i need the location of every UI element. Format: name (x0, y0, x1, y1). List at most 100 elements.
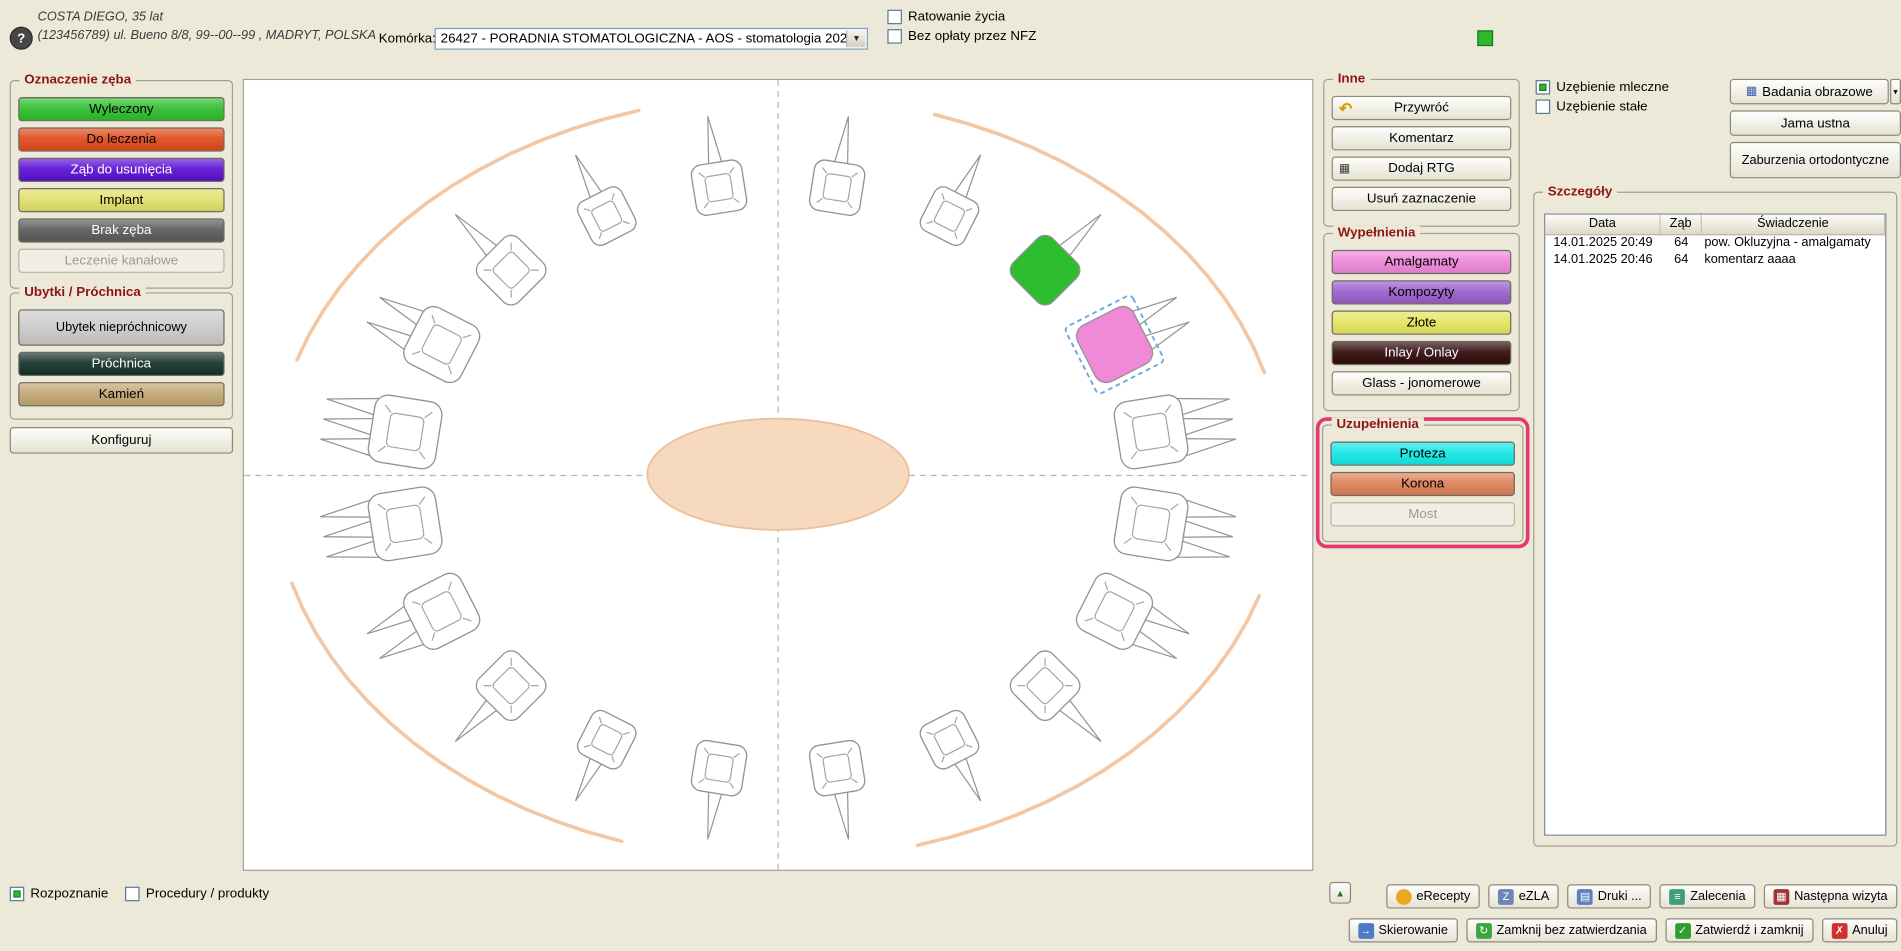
btn-skierowanie[interactable]: → Skierowanie (1348, 918, 1457, 942)
table-cell: 14.01.2025 20:46 (1545, 252, 1660, 269)
btn-przywroc[interactable]: ↶Przywróć (1332, 96, 1512, 120)
ezla-doc-icon: Z (1498, 889, 1514, 905)
pill-icon (1396, 889, 1412, 905)
btn-implant[interactable]: Implant (18, 188, 224, 212)
tooth-lower-7[interactable] (1006, 646, 1121, 761)
btn-do-leczenia-label: Do leczenia (86, 132, 156, 147)
chk-rozpoznanie[interactable]: Rozpoznanie (10, 887, 109, 902)
tooth-lower-6[interactable] (917, 707, 1002, 812)
column-header-data[interactable]: Data (1545, 215, 1660, 234)
chevron-down-icon[interactable]: ▼ (846, 30, 865, 47)
btn-zamknij-bez-zatwierdzania[interactable]: ↻Zamknij bez zatwierdzania (1466, 918, 1656, 942)
btn-druki-label: Druki ... (1598, 889, 1642, 904)
btn-amalgamaty[interactable]: Amalgamaty (1332, 250, 1512, 274)
chk-uzebienie-stale[interactable]: Uzębienie stałe (1536, 99, 1669, 114)
btn-ubytek-nieprochnicowy[interactable]: Ubytek niepróchnicowy (18, 309, 224, 345)
btn-zlote[interactable]: Złote (1332, 311, 1512, 335)
chk-procedury-produkty-box[interactable] (125, 887, 140, 902)
group-ubytki-prochnica: Ubytki / Próchnica Ubytek niepróchnicowy… (10, 292, 233, 419)
table-row[interactable]: 14.01.2025 20:4964pow. Okluzyjna - amalg… (1545, 235, 1885, 252)
btn-ezla[interactable]: ZeZLA (1488, 884, 1559, 908)
help-icon[interactable]: ? (10, 27, 33, 50)
chk-uzebienie-mleczne-box[interactable] (1536, 80, 1551, 95)
referral-icon: → (1358, 922, 1374, 938)
column-header-zab[interactable]: Ząb (1661, 215, 1702, 234)
chk-uzebienie-stale-box[interactable] (1536, 99, 1551, 114)
tooth-upper-2[interactable] (436, 195, 551, 310)
badania-dropdown-button[interactable]: ▾ (1890, 79, 1901, 104)
btn-druki[interactable]: ▤Druki ... (1567, 884, 1651, 908)
btn-dodaj-rtg[interactable]: ▦Dodaj RTG (1332, 156, 1512, 180)
dental-chart[interactable] (244, 80, 1312, 870)
chk-ratowanie-zycia-box[interactable] (887, 10, 902, 25)
jama-ustna-button[interactable]: Jama ustna (1730, 110, 1901, 135)
cell-label: Komórka: (379, 32, 436, 47)
btn-usun-zaznaczenie[interactable]: Usuń zaznaczenie (1332, 187, 1512, 211)
column-header-swiadczenie[interactable]: Świadczenie (1702, 215, 1885, 234)
btn-glass-jonomerowe[interactable]: Glass - jonomerowe (1332, 371, 1512, 395)
zaburzenia-ortodontyczne-button[interactable]: Zaburzenia ortodontyczne (1730, 142, 1901, 178)
table-header[interactable]: Data Ząb Świadczenie (1545, 215, 1885, 236)
chk-ratowanie-zycia[interactable]: Ratowanie życia (887, 10, 1036, 25)
tooth-63-healed[interactable] (1006, 195, 1121, 310)
btn-zalecenia[interactable]: ≡Zalecenia (1660, 884, 1755, 908)
btn-kompozyty[interactable]: Kompozyty (1332, 280, 1512, 304)
tooth-lower-4[interactable] (683, 739, 748, 843)
btn-skierowanie-label: Skierowanie (1378, 923, 1447, 938)
btn-komentarz[interactable]: Komentarz (1332, 126, 1512, 150)
btn-przywroc-label: Przywróć (1394, 101, 1449, 116)
cell-combobox[interactable]: 26427 - PORADNIA STOMATOLOGICZNA - AOS -… (435, 28, 868, 50)
configure-button[interactable]: Konfiguruj (10, 427, 233, 454)
btn-do-leczenia[interactable]: Do leczenia (18, 127, 224, 151)
chk-uzebienie-mleczne[interactable]: Uzębienie mleczne (1536, 80, 1669, 95)
tooth-lower-3[interactable] (554, 707, 639, 812)
btn-proteza-label: Proteza (1400, 446, 1446, 461)
collapse-button[interactable]: ▲ (1329, 882, 1351, 904)
btn-prochnica[interactable]: Próchnica (18, 352, 224, 376)
chk-rozpoznanie-box[interactable] (10, 887, 25, 902)
dental-chart-canvas[interactable] (243, 79, 1314, 871)
tooth-upper-0[interactable] (318, 386, 444, 471)
tooth-64-selected[interactable] (1064, 276, 1200, 395)
tooth-upper-5[interactable] (808, 112, 873, 216)
table-row[interactable]: 14.01.2025 20:4664komentarz aaaa (1545, 252, 1885, 269)
btn-proteza[interactable]: Proteza (1330, 442, 1515, 466)
details-table[interactable]: Data Ząb Świadczenie 14.01.2025 20:4964p… (1544, 213, 1886, 835)
btn-zab-do-usuniecia[interactable]: Ząb do usunięcia (18, 158, 224, 182)
tooth-upper-3[interactable] (554, 144, 639, 249)
chk-rozpoznanie-label: Rozpoznanie (30, 887, 108, 902)
btn-inlay-onlay[interactable]: Inlay / Onlay (1332, 341, 1512, 365)
btn-brak-zeba[interactable]: Brak zęba (18, 218, 224, 242)
chk-procedury-produkty[interactable]: Procedury / produkty (125, 887, 269, 902)
calendar-icon: ▦ (1773, 889, 1789, 905)
btn-zatwierdz-i-zamknij-label: Zatwierdź i zamknij (1695, 923, 1803, 938)
tooth-upper-1[interactable] (359, 282, 484, 387)
btn-anuluj[interactable]: ✗Anuluj (1822, 918, 1898, 942)
tooth-upper-4[interactable] (683, 112, 748, 216)
chk-bez-oplaty-nfz[interactable]: Bez opłaty przez NFZ (887, 29, 1036, 44)
btn-erecepty[interactable]: eRecepty (1386, 884, 1480, 908)
btn-wyleczony[interactable]: Wyleczony (18, 97, 224, 121)
tooth-lower-1[interactable] (359, 569, 484, 674)
tooth-lower-2[interactable] (436, 646, 551, 761)
tooth-upper-6[interactable] (917, 144, 1002, 249)
btn-glass-jonomerowe-label: Glass - jonomerowe (1362, 376, 1481, 391)
badania-obrazowe-button[interactable]: ▦ Badania obrazowe (1730, 79, 1889, 104)
tooth-lower-9[interactable] (1112, 485, 1238, 570)
tooth-lower-0[interactable] (318, 485, 444, 570)
btn-kamien[interactable]: Kamień (18, 382, 224, 406)
tooth-lower-8[interactable] (1072, 569, 1197, 674)
tooth-lower-5[interactable] (808, 739, 873, 843)
xray-grid-icon: ▦ (1746, 85, 1757, 98)
btn-korona[interactable]: Korona (1330, 472, 1515, 496)
btn-implant-label: Implant (99, 193, 143, 208)
btn-zatwierdz-i-zamknij[interactable]: ✓Zatwierdź i zamknij (1665, 918, 1813, 942)
btn-kamien-label: Kamień (99, 387, 144, 402)
group-title: Szczegóły (1543, 184, 1617, 200)
chk-bez-oplaty-nfz-box[interactable] (887, 29, 902, 44)
tooth-upper-9[interactable] (1112, 386, 1238, 471)
btn-amalgamaty-label: Amalgamaty (1384, 255, 1458, 270)
film-icon: ▦ (1339, 162, 1350, 175)
bottom-button-row-1: eRecepty ZeZLA ▤Druki ... ≡Zalecenia ▦Następ… (1386, 884, 1897, 908)
btn-nastepna-wizyta[interactable]: ▦Następna wizyta (1764, 884, 1898, 908)
